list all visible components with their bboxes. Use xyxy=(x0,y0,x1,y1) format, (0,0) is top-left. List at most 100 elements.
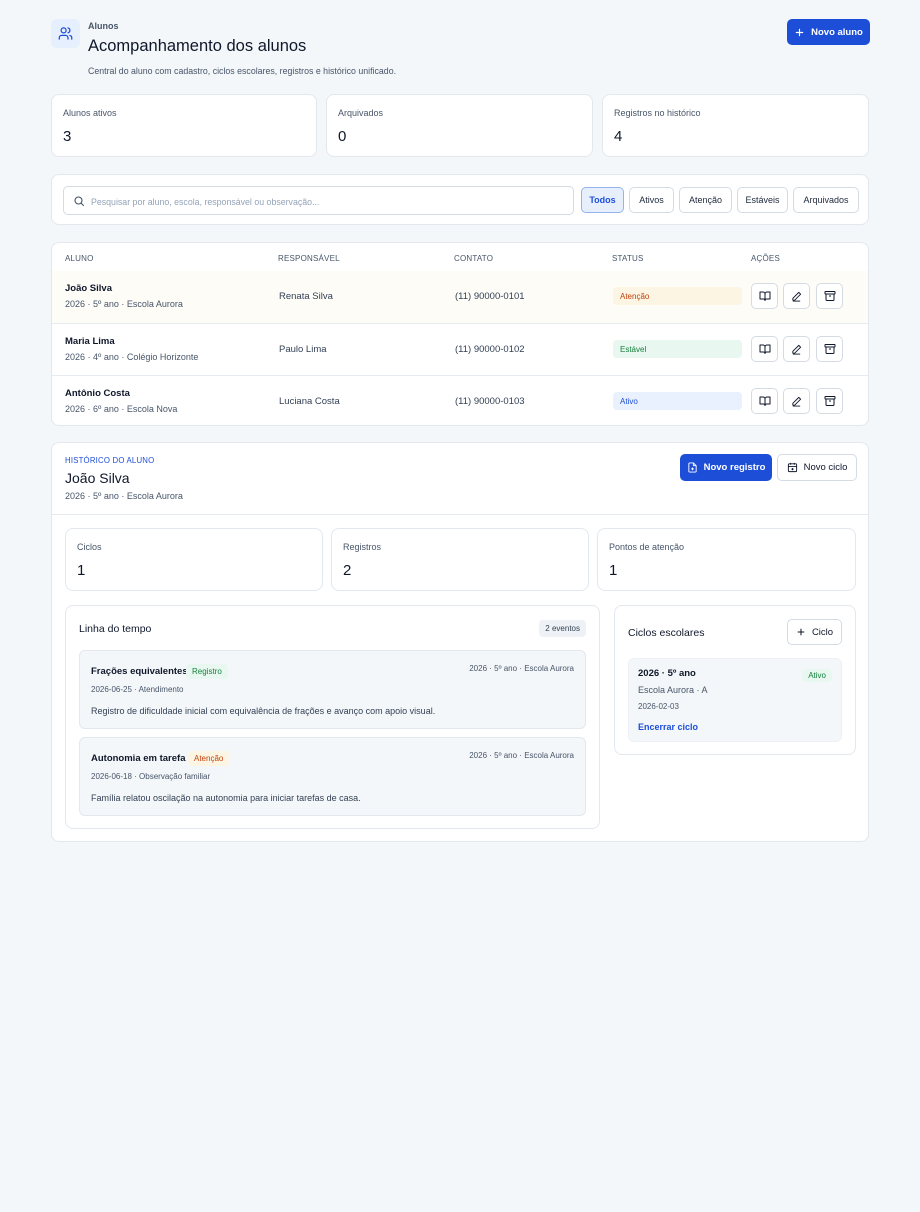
student-name: Maria Lima xyxy=(65,336,115,347)
student-name: João Silva xyxy=(65,283,112,294)
book-icon xyxy=(759,396,770,406)
timeline-event[interactable]: Frações equivalentes Registro 2026 · 5º … xyxy=(79,650,586,729)
event-description: Família relatou oscilação na autonomia p… xyxy=(91,793,361,803)
new-cycle-button[interactable]: Novo ciclo xyxy=(777,454,857,481)
guardian-name: Luciana Costa xyxy=(279,396,340,407)
file-plus-icon xyxy=(687,462,697,473)
cycle-name: 2026 · 5º ano xyxy=(638,668,696,679)
status-badge: Estável xyxy=(613,340,742,358)
plus-icon xyxy=(797,628,805,636)
event-tag: Registro xyxy=(186,664,228,679)
event-tag: Atenção xyxy=(188,751,230,766)
add-cycle-button[interactable]: Ciclo xyxy=(787,619,842,645)
history-divider xyxy=(52,514,868,515)
column-header-student: ALUNO xyxy=(65,254,94,263)
timeline-event[interactable]: Autonomia em tarefa Atenção 2026 · 5º an… xyxy=(79,737,586,816)
calendar-plus-icon xyxy=(787,462,797,473)
stat-value: 0 xyxy=(338,128,347,145)
archive-button[interactable] xyxy=(816,336,843,362)
column-header-guardian: RESPONSÁVEL xyxy=(278,254,340,263)
new-record-button[interactable]: Novo registro xyxy=(680,454,772,481)
event-title: Autonomia em tarefa xyxy=(91,753,186,764)
table-row[interactable]: João Silva 2026 · 5º ano · Escola Aurora… xyxy=(52,271,868,323)
stat-card-records: Registros no histórico 4 xyxy=(602,94,869,157)
history-student-details: 2026 · 5º ano · Escola Aurora xyxy=(65,491,183,501)
stat-value: 4 xyxy=(614,128,623,145)
timeline-title: Linha do tempo xyxy=(79,623,152,635)
event-meta: 2026-06-18 · Observação familiar xyxy=(91,772,211,781)
history-eyebrow: HISTÓRICO DO ALUNO xyxy=(65,456,155,465)
new-student-label: Novo aluno xyxy=(811,26,863,38)
cycles-title: Ciclos escolares xyxy=(628,627,705,639)
edit-button[interactable] xyxy=(783,283,810,309)
student-history-panel: HISTÓRICO DO ALUNO João Silva 2026 · 5º … xyxy=(51,442,869,842)
event-cycle: 2026 · 5º ano · Escola Aurora xyxy=(469,664,574,673)
student-details: 2026 · 4º ano · Colégio Horizonte xyxy=(65,352,199,362)
student-details: 2026 · 5º ano · Escola Aurora xyxy=(65,299,183,309)
timeline-panel: Linha do tempo 2 eventos Frações equival… xyxy=(65,605,600,829)
stat-label: Pontos de atenção xyxy=(609,542,685,552)
archive-icon xyxy=(824,344,835,354)
guardian-name: Paulo Lima xyxy=(279,344,327,355)
student-name: Antônio Costa xyxy=(65,388,130,399)
book-icon xyxy=(759,291,770,301)
filter-archived[interactable]: Arquivados xyxy=(793,187,859,213)
plus-icon xyxy=(795,28,804,36)
view-history-button[interactable] xyxy=(751,283,778,309)
table-row[interactable]: Antônio Costa 2026 · 6º ano · Escola Nov… xyxy=(52,375,868,425)
stat-card-archived: Arquivados 0 xyxy=(326,94,593,157)
view-history-button[interactable] xyxy=(751,336,778,362)
edit-button[interactable] xyxy=(783,388,810,414)
stat-card-active: Alunos ativos 3 xyxy=(51,94,317,157)
event-cycle: 2026 · 5º ano · Escola Aurora xyxy=(469,751,574,760)
history-stat-attention: Pontos de atenção 1 xyxy=(597,528,856,591)
page-subtitle: Central do aluno com cadastro, ciclos es… xyxy=(88,66,397,76)
filter-all[interactable]: Todos xyxy=(581,187,624,213)
new-cycle-label: Novo ciclo xyxy=(803,462,848,473)
search-input[interactable]: Pesquisar por aluno, escola, responsável… xyxy=(63,186,574,215)
archive-icon xyxy=(824,396,835,406)
pencil-icon xyxy=(792,396,802,407)
contact-phone: (11) 90000-0101 xyxy=(455,291,525,302)
stat-value: 1 xyxy=(77,562,86,579)
book-icon xyxy=(759,344,770,354)
history-stat-records: Registros 2 xyxy=(331,528,589,591)
school-cycles-panel: Ciclos escolares Ciclo 2026 · 5º ano Ati… xyxy=(614,605,856,755)
stat-label: Ciclos xyxy=(77,542,102,552)
stat-label: Arquivados xyxy=(338,108,384,118)
stat-label: Alunos ativos xyxy=(63,108,117,118)
filter-stable[interactable]: Estáveis xyxy=(737,187,788,213)
students-table: ALUNO RESPONSÁVEL CONTATO STATUS AÇÕES J… xyxy=(51,242,869,426)
history-student-name: João Silva xyxy=(65,470,130,486)
archive-button[interactable] xyxy=(816,388,843,414)
column-header-status: STATUS xyxy=(612,254,644,263)
filter-active[interactable]: Ativos xyxy=(629,187,674,213)
filter-bar: Pesquisar por aluno, escola, responsável… xyxy=(51,174,869,225)
filter-attention[interactable]: Atenção xyxy=(679,187,732,213)
archive-button[interactable] xyxy=(816,283,843,309)
page-eyebrow: Alunos xyxy=(88,21,119,31)
cycle-status-badge: Ativo xyxy=(802,669,832,682)
status-badge: Ativo xyxy=(613,392,742,410)
new-student-button[interactable]: Novo aluno xyxy=(787,19,870,45)
history-stat-cycles: Ciclos 1 xyxy=(65,528,323,591)
stat-value: 2 xyxy=(343,562,352,579)
add-cycle-label: Ciclo xyxy=(811,626,834,638)
stat-label: Registros xyxy=(343,542,382,552)
table-row[interactable]: Maria Lima 2026 · 4º ano · Colégio Horiz… xyxy=(52,323,868,375)
event-description: Registro de dificuldade inicial com equi… xyxy=(91,706,436,716)
view-history-button[interactable] xyxy=(751,388,778,414)
cycle-start-date: 2026-02-03 xyxy=(638,702,679,711)
edit-button[interactable] xyxy=(783,336,810,362)
stat-value: 1 xyxy=(609,562,618,579)
contact-phone: (11) 90000-0102 xyxy=(455,344,525,355)
cycle-school: Escola Aurora · A xyxy=(638,685,708,695)
contact-phone: (11) 90000-0103 xyxy=(455,396,525,407)
event-count-badge: 2 eventos xyxy=(539,620,586,637)
event-meta: 2026-06-25 · Atendimento xyxy=(91,685,184,694)
close-cycle-link[interactable]: Encerrar ciclo xyxy=(638,722,698,732)
archive-icon xyxy=(824,291,835,301)
status-badge: Atenção xyxy=(613,287,742,305)
pencil-icon xyxy=(792,344,802,355)
users-icon-tile xyxy=(51,19,80,48)
